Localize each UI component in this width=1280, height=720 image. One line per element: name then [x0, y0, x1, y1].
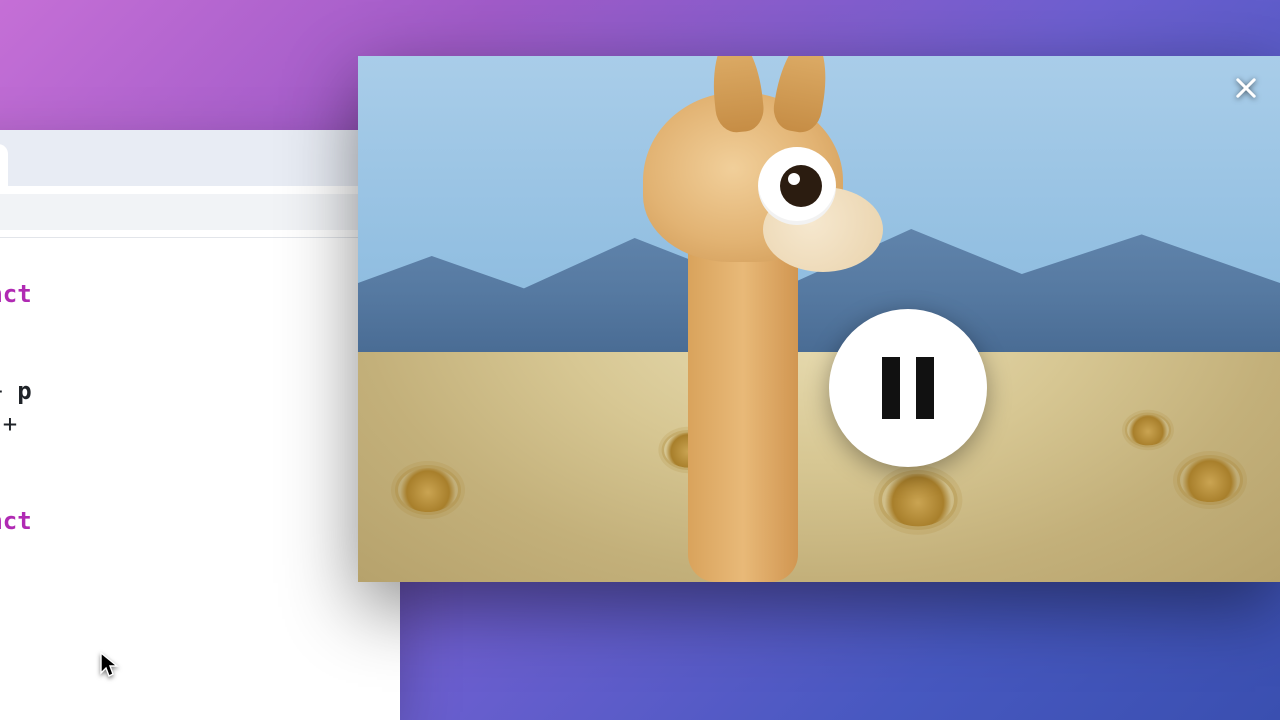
video-frame: [358, 56, 1280, 582]
browser-window: Picture-in-Picture Sample re-in-picture/…: [0, 130, 400, 720]
browser-tab[interactable]: Picture-in-Picture Sample: [0, 144, 8, 186]
desktop-wallpaper: Picture-in-Picture Sample re-in-picture/…: [0, 0, 1280, 720]
video-character: [588, 82, 848, 582]
pip-window[interactable]: [358, 56, 1280, 582]
pause-button[interactable]: [829, 309, 987, 467]
address-bar: re-in-picture/: [0, 186, 400, 238]
pause-icon: [916, 357, 934, 419]
code-keyword: funct: [0, 280, 32, 308]
code-ident: p: [17, 377, 31, 405]
cursor-icon: [100, 652, 120, 678]
url-field[interactable]: re-in-picture/: [0, 194, 392, 230]
tab-strip: Picture-in-Picture Sample: [0, 130, 400, 186]
code-line: icture window width: ' +: [0, 377, 17, 405]
page-content-code: erpictureinpicture', funct in-Picture mo…: [0, 238, 400, 586]
code-keyword: funct: [0, 507, 32, 535]
pause-icon: [882, 357, 900, 419]
code-line: icture window height: ' +: [0, 410, 17, 438]
pip-close-button[interactable]: [1230, 72, 1262, 104]
